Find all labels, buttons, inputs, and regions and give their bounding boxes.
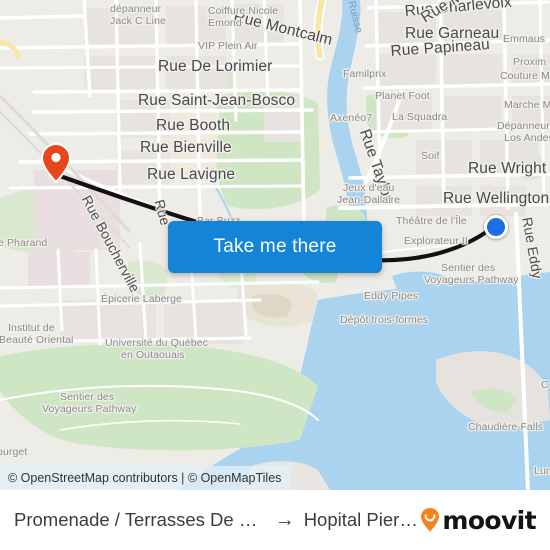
map-street-label: Rue Lavigne: [147, 166, 236, 183]
map-poi-label: Emmaus: [503, 33, 546, 45]
map-poi-label: VIP Plein Air: [198, 40, 258, 52]
map-street-label: Rue Garneau: [405, 25, 500, 42]
map-street-label: Rue Charlevoix: [404, 0, 513, 20]
trip-footer: Promenade / Terrasses De La Ch… → Hopita…: [0, 490, 550, 550]
moovit-pin-icon: [421, 508, 440, 532]
take-me-there-label: Take me there: [213, 236, 337, 257]
map-street-label: Rue Wright: [468, 160, 547, 177]
map-street-label: Rue Eddy: [519, 215, 546, 280]
map-poi-label: Jean-Dallaire: [337, 194, 401, 206]
origin-station-label: Promenade / Terrasses De La Ch…: [14, 509, 266, 530]
map-poi-label: Voyageurs Pathway: [424, 274, 519, 286]
destination-station-label: Hopital Pierre …: [303, 509, 421, 530]
map-poi-label: Beauté Oriental: [0, 334, 74, 346]
map-poi-label: en Outaouais: [121, 349, 185, 361]
map-poi-label: dépanneur: [110, 3, 162, 15]
map-poi-label: Jeux d'eau: [343, 182, 395, 194]
map-dot-destination[interactable]: [484, 215, 508, 239]
map-poi-label: Dépôt trois-formes: [340, 314, 429, 326]
map-street-label: Rue Taylor: [355, 127, 397, 204]
route-summary: Promenade / Terrasses De La Ch… → Hopita…: [14, 509, 420, 531]
map-pin-origin[interactable]: [40, 142, 72, 184]
map-poi-label: Université du Québec: [105, 337, 208, 349]
moovit-map-screen: Rue Montcalm Rue De Lorimier Rue Saint-Jea…: [0, 0, 550, 550]
take-me-there-button[interactable]: Take me there: [168, 221, 382, 273]
map-poi-label: Lum: [534, 465, 550, 477]
map-street-label: Rue Booth: [156, 117, 231, 134]
map-poi-label: Emond: [208, 17, 242, 29]
map-poi-label: Dépanneur: [497, 120, 550, 132]
map-street-label: Rue Bienville: [140, 139, 232, 156]
map-street-label: Rue Wellington: [443, 190, 550, 207]
attribution-text: © OpenStreetMap contributors | © OpenMap…: [8, 471, 282, 485]
map-poi-label: ourget: [0, 446, 28, 458]
map-poi-label: Couture Mult: [500, 70, 550, 82]
map-street-label: Rue Papineau: [390, 36, 491, 60]
map-poi-label: C: [541, 379, 549, 391]
map-street-label: Rue Boucherville: [78, 192, 144, 295]
map-poi-label: Planet Foot: [375, 90, 430, 102]
arrow-icon: →: [274, 509, 295, 531]
map-street-label: Ruisse: [345, 0, 365, 35]
map-poi-label: La Squadra: [392, 111, 448, 123]
map-poi-label: Coiffure Nicole: [208, 5, 279, 17]
map-poi-label: Eddy Pipes: [364, 290, 419, 302]
map-canvas[interactable]: Rue Montcalm Rue De Lorimier Rue Saint-Jea…: [0, 0, 550, 490]
map-poi-label: Épicerie Laberge: [101, 293, 182, 305]
map-poi-label: e Pharand: [0, 237, 48, 249]
location-pin-icon: [40, 142, 72, 184]
map-poi-label: Marche Mon: [504, 99, 550, 111]
map-poi-label: Sentier des: [441, 262, 496, 274]
moovit-logo[interactable]: moovit: [420, 505, 537, 535]
map-poi-label: Chaudière Falls: [468, 421, 544, 433]
map-poi-label: Axenéo7: [330, 112, 373, 124]
map-poi-label: Institut de: [8, 322, 55, 334]
map-poi-label: Proxim: [513, 56, 547, 68]
map-poi-label: Voyageurs Pathway: [42, 403, 137, 415]
map-poi-label: Sentier des: [60, 391, 115, 403]
map-poi-label: Soif: [421, 150, 440, 162]
map-poi-label: Familprix: [343, 68, 387, 80]
map-street-label: Rue Montcalm: [231, 8, 335, 49]
map-poi-label: Théâtre de l'Île: [396, 215, 467, 227]
map-attribution[interactable]: © OpenStreetMap contributors | © OpenMap…: [0, 466, 292, 490]
map-street-label: Rue Saint-Jean-Bosco: [138, 92, 296, 109]
map-poi-label: Jack C Line: [110, 15, 166, 27]
map-poi-label: Los Andes: [504, 132, 550, 144]
map-poi-label: Explorateur II: [404, 235, 468, 247]
moovit-wordmark: moovit: [442, 505, 536, 535]
map-street-label: Rue Mo: [418, 0, 474, 27]
map-street-label: Rue De Lorimier: [158, 58, 273, 75]
